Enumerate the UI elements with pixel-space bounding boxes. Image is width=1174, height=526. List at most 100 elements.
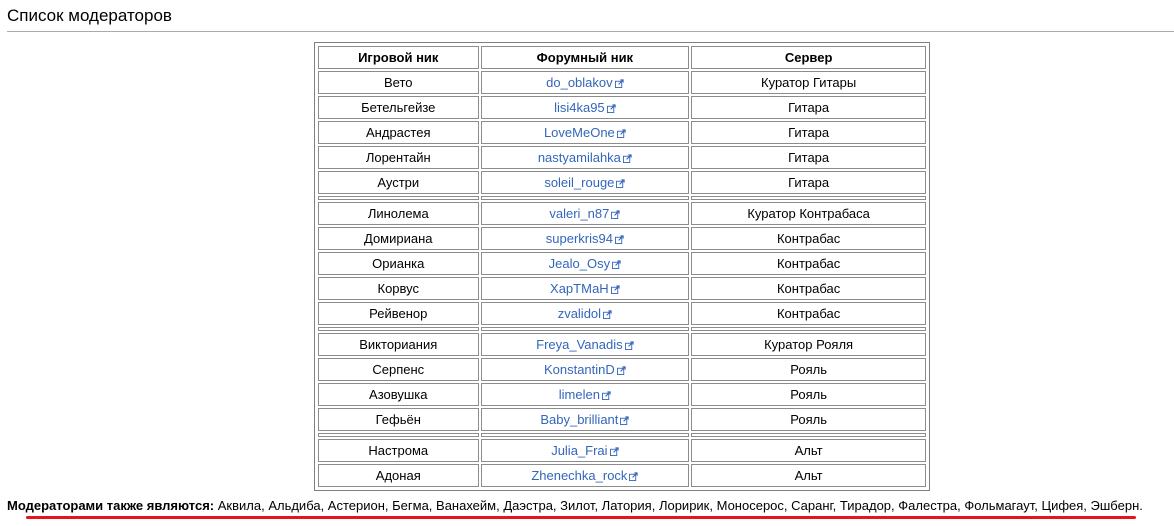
server-cell: Контрабас (691, 277, 926, 300)
forum-nick-text: KonstantinD (543, 362, 615, 377)
forum-nick-text: lisi4ka95 (554, 100, 605, 115)
server-cell: Контрабас (691, 252, 926, 275)
table-row: Корвус ХарТМаН Контрабас (318, 277, 926, 300)
forum-profile-link[interactable]: nastyamilahka (538, 150, 632, 165)
table-row: Вето do_oblakov Куратор Гитары (318, 71, 926, 94)
server-cell: Контрабас (691, 302, 926, 325)
forum-profile-link[interactable]: Zhenechka_rock (531, 468, 639, 483)
forum-nick-cell: limelen (480, 383, 690, 406)
table-row: Лорентайн nastyamilahka Гитара (318, 146, 926, 169)
forum-profile-link[interactable]: Freya_Vanadis (536, 337, 634, 352)
game-nick-cell: Гефьён (318, 408, 479, 431)
forum-nick-cell: zvalidol (480, 302, 690, 325)
server-cell: Гитара (691, 121, 926, 144)
forum-nick-cell: Zhenechka_rock (480, 464, 690, 487)
forum-nick-text: LoveMeOne (543, 125, 615, 140)
also-moderators-label: Модераторами также являются: (7, 498, 215, 513)
red-underline-annotation (26, 516, 1136, 519)
external-link-icon (603, 310, 612, 319)
table-body: Вето do_oblakov Куратор Гитары Бетельгейзе l… (318, 71, 926, 487)
forum-nick-cell: lisi4ka95 (480, 96, 690, 119)
group-separator (318, 327, 926, 331)
forum-nick-text: limelen (558, 387, 600, 402)
external-link-icon (612, 260, 621, 269)
forum-profile-link[interactable]: superkris94 (546, 231, 624, 246)
server-cell: Куратор Контрабаса (691, 202, 926, 225)
forum-nick-text: Jealo_Osy (548, 256, 611, 271)
forum-profile-link[interactable]: Jealo_Osy (549, 256, 621, 271)
external-link-icon (614, 235, 624, 244)
moderators-table: Игровой ник Форумный ник Сервер Вето do_o… (314, 42, 930, 491)
table-row: Адоная Zhenechka_rock Альт (318, 464, 926, 487)
server-cell: Рояль (691, 358, 926, 381)
game-nick-cell: Адоная (318, 464, 479, 487)
also-moderators-list: Аквила, Альдиба, Астерион, Бегма, Ванахе… (214, 498, 1143, 513)
game-nick-cell: Домириана (318, 227, 479, 250)
forum-profile-link[interactable]: valeri_n87 (549, 206, 621, 221)
server-cell: Гитара (691, 171, 926, 194)
server-cell: Рояль (691, 408, 926, 431)
external-link-icon (614, 79, 624, 88)
external-link-icon (606, 104, 616, 113)
external-link-icon (616, 366, 626, 375)
forum-nick-text: valeri_n87 (549, 206, 610, 221)
game-nick-cell: Корвус (318, 277, 479, 300)
forum-profile-link[interactable]: do_oblakov (546, 75, 624, 90)
game-nick-cell: Андрастея (318, 121, 479, 144)
game-nick-cell: Серпенс (318, 358, 479, 381)
forum-nick-text: ХарТМаН (550, 281, 609, 296)
forum-nick-cell: Jealo_Osy (480, 252, 690, 275)
game-nick-cell: Линолема (318, 202, 479, 225)
forum-nick-cell: ХарТМаН (480, 277, 690, 300)
game-nick-cell: Настрома (318, 439, 479, 462)
page-title: Список модераторов (7, 6, 172, 25)
forum-profile-link[interactable]: KonstantinD (544, 362, 626, 377)
external-link-icon (629, 472, 639, 481)
forum-nick-cell: nastyamilahka (480, 146, 690, 169)
game-nick-cell: Орианка (318, 252, 479, 275)
header-server: Сервер (691, 46, 926, 69)
game-nick-cell: Рейвенор (318, 302, 479, 325)
game-nick-cell: Викториания (318, 333, 479, 356)
title-divider (7, 31, 1174, 32)
forum-profile-link[interactable]: soleil_rouge (544, 175, 626, 190)
table-row: Линолема valeri_n87 Куратор Контрабаса (318, 202, 926, 225)
forum-nick-cell: Julia_Frai (480, 439, 690, 462)
table-row: Бетельгейзе lisi4ka95 Гитара (318, 96, 926, 119)
header-forum-nick: Форумный ник (480, 46, 690, 69)
table-row: Аустри soleil_rouge Гитара (318, 171, 926, 194)
forum-nick-text: zvalidol (557, 306, 602, 321)
forum-profile-link[interactable]: LoveMeOne (544, 125, 626, 140)
forum-nick-text: do_oblakov (546, 75, 613, 90)
game-nick-cell: Вето (318, 71, 479, 94)
forum-nick-cell: Baby_brilliant (480, 408, 690, 431)
forum-profile-link[interactable]: zvalidol (558, 306, 612, 321)
forum-nick-cell: LoveMeOne (480, 121, 690, 144)
external-link-icon (609, 447, 619, 456)
forum-nick-cell: soleil_rouge (480, 171, 690, 194)
forum-nick-cell: do_oblakov (480, 71, 690, 94)
forum-profile-link[interactable]: Baby_brilliant (540, 412, 630, 427)
table-row: Азовушка limelen Рояль (318, 383, 926, 406)
forum-profile-link[interactable]: lisi4ka95 (554, 100, 616, 115)
forum-profile-link[interactable]: limelen (559, 387, 611, 402)
group-separator (318, 196, 926, 200)
server-cell: Гитара (691, 146, 926, 169)
forum-nick-text: Baby_brilliant (540, 412, 619, 427)
server-cell: Альт (691, 464, 926, 487)
forum-nick-text: Freya_Vanadis (536, 337, 623, 352)
game-nick-cell: Бетельгейзе (318, 96, 479, 119)
table-row: Серпенс KonstantinD Рояль (318, 358, 926, 381)
table-row: Рейвенор zvalidol Контрабас (318, 302, 926, 325)
server-cell: Гитара (691, 96, 926, 119)
forum-nick-text: Julia_Frai (551, 443, 608, 458)
game-nick-cell: Азовушка (318, 383, 479, 406)
forum-profile-link[interactable]: ХарТМаН (550, 281, 620, 296)
table-row: Настрома Julia_Frai Альт (318, 439, 926, 462)
external-link-icon (620, 416, 630, 425)
group-separator (318, 433, 926, 437)
forum-nick-cell: KonstantinD (480, 358, 690, 381)
forum-profile-link[interactable]: Julia_Frai (551, 443, 619, 458)
also-moderators-line: Модераторами также являются: Аквила, Аль… (7, 498, 1143, 513)
table-row: Андрастея LoveMeOne Гитара (318, 121, 926, 144)
